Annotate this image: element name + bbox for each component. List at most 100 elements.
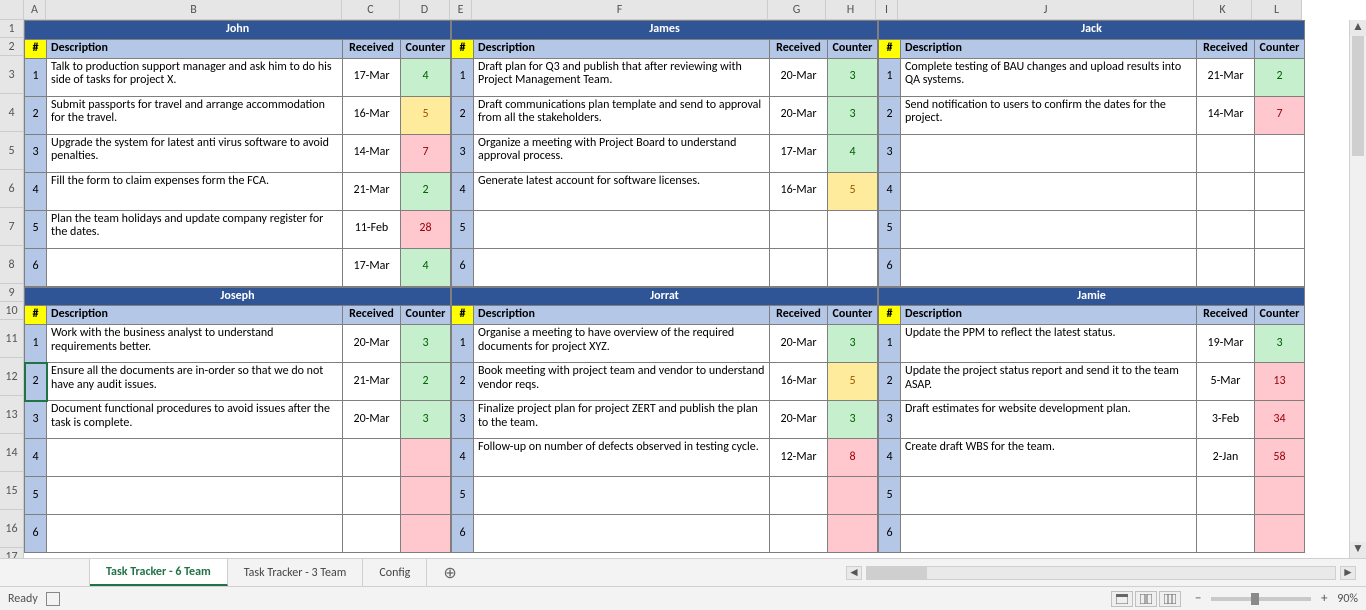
row-header-1[interactable]: 1 <box>0 20 24 38</box>
zoom-control[interactable]: − + 90% <box>1191 591 1358 606</box>
task-received[interactable]: 20-Mar <box>343 401 401 439</box>
task-received[interactable]: 19-Mar <box>1197 325 1255 363</box>
task-number[interactable]: 4 <box>879 172 901 210</box>
task-counter[interactable]: 3 <box>401 325 451 363</box>
task-received[interactable]: 16-Mar <box>770 172 828 210</box>
task-counter[interactable]: 3 <box>401 401 451 439</box>
view-page-break-button[interactable] <box>1159 591 1181 607</box>
task-number[interactable]: 4 <box>25 439 47 477</box>
task-received[interactable]: 21-Mar <box>343 363 401 401</box>
task-received[interactable]: 17-Mar <box>770 134 828 172</box>
task-number[interactable]: 2 <box>452 363 474 401</box>
task-counter[interactable] <box>401 439 451 477</box>
task-received[interactable] <box>1197 248 1255 286</box>
task-number[interactable]: 6 <box>452 248 474 286</box>
task-description[interactable] <box>901 172 1197 210</box>
task-number[interactable]: 3 <box>452 134 474 172</box>
task-received[interactable]: 11-Feb <box>343 210 401 248</box>
task-description[interactable] <box>47 515 343 553</box>
task-number[interactable]: 2 <box>879 363 901 401</box>
task-counter[interactable]: 3 <box>828 401 878 439</box>
view-page-layout-button[interactable] <box>1135 591 1157 607</box>
task-number[interactable]: 2 <box>452 96 474 134</box>
vertical-scrollbar[interactable]: ▲ ▼ <box>1349 20 1366 558</box>
macro-record-icon[interactable] <box>46 592 60 606</box>
task-description[interactable]: Organize a meeting with Project Board to… <box>474 134 770 172</box>
task-number[interactable]: 3 <box>25 134 47 172</box>
task-number[interactable]: 3 <box>879 401 901 439</box>
task-counter[interactable]: 2 <box>1255 58 1305 96</box>
task-description[interactable]: Update the project status report and sen… <box>901 363 1197 401</box>
task-description[interactable]: Finalize project plan for project ZERT a… <box>474 401 770 439</box>
task-counter[interactable]: 2 <box>401 172 451 210</box>
task-counter[interactable]: 3 <box>828 325 878 363</box>
task-counter[interactable] <box>1255 248 1305 286</box>
row-header-9[interactable]: 9 <box>0 284 24 302</box>
task-counter[interactable]: 5 <box>401 96 451 134</box>
task-number[interactable]: 6 <box>25 248 47 286</box>
column-header-I[interactable]: I <box>876 0 898 20</box>
task-description[interactable]: Talk to production support manager and a… <box>47 58 343 96</box>
task-description[interactable]: Draft plan for Q3 and publish that after… <box>474 58 770 96</box>
zoom-in-button[interactable]: + <box>1317 591 1331 606</box>
sheet-tab[interactable]: Task Tracker - 3 Team <box>228 559 364 586</box>
row-header-3[interactable]: 3 <box>0 56 24 94</box>
task-received[interactable]: 2-Jan <box>1197 439 1255 477</box>
row-header-16[interactable]: 16 <box>0 510 24 548</box>
task-number[interactable]: 1 <box>25 58 47 96</box>
task-counter[interactable]: 58 <box>1255 439 1305 477</box>
view-normal-button[interactable] <box>1111 591 1133 607</box>
row-header-4[interactable]: 4 <box>0 94 24 132</box>
task-description[interactable] <box>474 515 770 553</box>
task-number[interactable]: 4 <box>879 439 901 477</box>
select-all-corner[interactable] <box>0 0 24 20</box>
task-received[interactable]: 5-Mar <box>1197 363 1255 401</box>
task-description[interactable]: Update the PPM to reflect the latest sta… <box>901 325 1197 363</box>
task-received[interactable]: 3-Feb <box>1197 401 1255 439</box>
column-header-K[interactable]: K <box>1194 0 1252 20</box>
task-description[interactable]: Document functional procedures to avoid … <box>47 401 343 439</box>
task-number[interactable]: 3 <box>25 401 47 439</box>
task-received[interactable]: 20-Mar <box>770 58 828 96</box>
task-received[interactable] <box>343 515 401 553</box>
task-number[interactable]: 3 <box>452 401 474 439</box>
task-counter[interactable] <box>828 477 878 515</box>
vertical-scroll-thumb[interactable] <box>1352 36 1364 156</box>
new-sheet-button[interactable]: ⊕ <box>427 559 459 586</box>
row-header-2[interactable]: 2 <box>0 38 24 56</box>
row-header-8[interactable]: 8 <box>0 246 24 284</box>
task-number[interactable]: 1 <box>879 325 901 363</box>
column-header-B[interactable]: B <box>46 0 342 20</box>
task-counter[interactable]: 13 <box>1255 363 1305 401</box>
task-counter[interactable]: 5 <box>828 363 878 401</box>
scroll-up-button[interactable]: ▲ <box>1350 20 1366 36</box>
task-received[interactable] <box>343 477 401 515</box>
task-counter[interactable]: 4 <box>401 58 451 96</box>
zoom-slider-knob[interactable] <box>1251 593 1259 605</box>
task-counter[interactable] <box>1255 477 1305 515</box>
row-header-12[interactable]: 12 <box>0 358 24 396</box>
task-counter[interactable] <box>828 248 878 286</box>
task-description[interactable] <box>47 477 343 515</box>
scroll-down-button[interactable]: ▼ <box>1350 542 1366 558</box>
task-number[interactable]: 1 <box>452 58 474 96</box>
task-description[interactable]: Book meeting with project team and vendo… <box>474 363 770 401</box>
task-number[interactable]: 5 <box>25 210 47 248</box>
task-number[interactable]: 5 <box>879 210 901 248</box>
column-header-G[interactable]: G <box>768 0 826 20</box>
task-number[interactable]: 6 <box>879 248 901 286</box>
task-received[interactable] <box>1197 515 1255 553</box>
task-description[interactable] <box>901 210 1197 248</box>
task-counter[interactable] <box>401 477 451 515</box>
horizontal-scrollbar[interactable]: ◄ ► <box>846 566 1366 580</box>
task-received[interactable] <box>770 515 828 553</box>
task-counter[interactable] <box>401 515 451 553</box>
task-number[interactable]: 6 <box>25 515 47 553</box>
row-header-7[interactable]: 7 <box>0 208 24 246</box>
column-header-L[interactable]: L <box>1252 0 1302 20</box>
task-received[interactable]: 14-Mar <box>343 134 401 172</box>
task-received[interactable]: 12-Mar <box>770 439 828 477</box>
task-description[interactable]: Work with the business analyst to unders… <box>47 325 343 363</box>
task-received[interactable]: 20-Mar <box>770 325 828 363</box>
task-description[interactable]: Generate latest account for software lic… <box>474 172 770 210</box>
